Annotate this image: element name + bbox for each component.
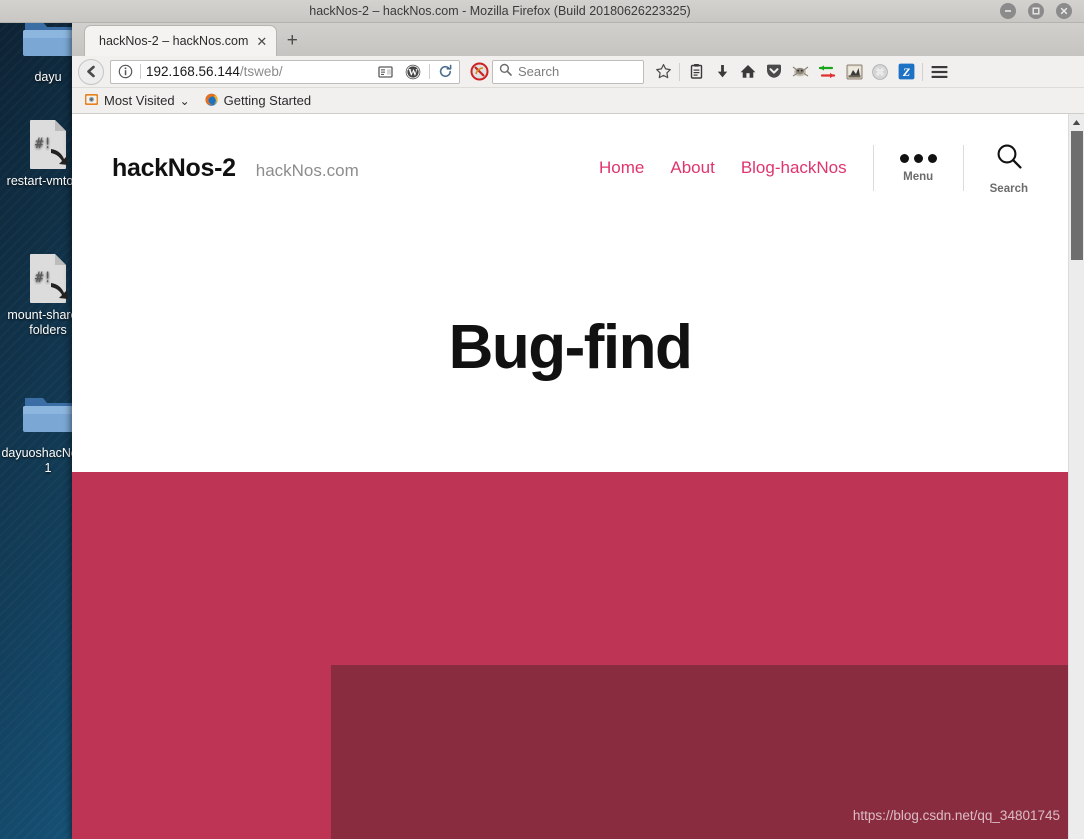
hero-banner: https://blog.csdn.net/qq_34801745	[72, 472, 1068, 839]
new-tab-button[interactable]: +	[277, 25, 307, 56]
address-bar[interactable]: 192.168.56.144/tsweb/ W	[110, 59, 460, 85]
scrollbar-up-arrow[interactable]	[1069, 114, 1084, 130]
most-visited-icon	[84, 92, 99, 110]
menu-icon[interactable]	[926, 59, 952, 85]
svg-text:#!: #!	[35, 270, 52, 286]
svg-text:#!: #!	[35, 136, 52, 152]
bookmark-label: Most Visited	[104, 93, 175, 108]
zotero-icon[interactable]: Z	[893, 59, 919, 85]
wordpress-icon[interactable]: W	[402, 59, 424, 85]
site-search-button[interactable]: Search	[990, 142, 1028, 195]
site-navigation: Home About Blog-hackNos Menu Search	[599, 142, 1028, 195]
browser-content-area: hackNos-2 hackNos.com Home About Blog-ha…	[72, 114, 1084, 839]
url-text: 192.168.56.144/tsweb/	[146, 64, 370, 79]
menu-label: Menu	[903, 170, 934, 183]
hackbar-icon[interactable]	[841, 59, 867, 85]
nav-link-blog-hacknos[interactable]: Blog-hackNos	[741, 158, 847, 178]
url-host: 192.168.56.144	[146, 64, 240, 79]
webpage: hackNos-2 hackNos.com Home About Blog-ha…	[72, 114, 1068, 839]
tab-strip: hackNos-2 – hackNos.com ✕ +	[72, 23, 1084, 56]
firefox-icon	[204, 92, 219, 110]
bookmark-most-visited[interactable]: Most Visited ⌄	[84, 92, 190, 110]
library-icon[interactable]	[683, 59, 709, 85]
chevron-down-icon[interactable]: ⌄	[180, 94, 190, 108]
maximize-button[interactable]	[1028, 3, 1044, 19]
search-input[interactable]: Search	[518, 64, 559, 79]
search-icon	[499, 63, 512, 81]
toolbar-divider	[679, 62, 680, 81]
greasemonkey-icon[interactable]	[787, 59, 813, 85]
search-label: Search	[989, 182, 1028, 195]
site-branding[interactable]: hackNos-2 hackNos.com	[112, 154, 359, 183]
site-title[interactable]: hackNos-2	[112, 154, 236, 183]
menu-toggle-button[interactable]: Menu	[899, 153, 937, 183]
bookmark-label: Getting Started	[223, 93, 312, 108]
ellipsis-icon	[899, 153, 937, 163]
browser-tab-hacknos[interactable]: hackNos-2 – hackNos.com ✕	[84, 25, 278, 56]
nav-link-about[interactable]: About	[670, 158, 714, 178]
url-path: /tsweb/	[239, 64, 283, 79]
close-button[interactable]	[1056, 3, 1072, 19]
reader-mode-icon[interactable]	[375, 59, 397, 85]
tab-title: hackNos-2 – hackNos.com	[99, 34, 249, 48]
site-info-icon[interactable]	[115, 62, 135, 82]
toolbar-divider-2	[922, 62, 923, 81]
back-button[interactable]	[78, 58, 104, 85]
scrollbar-thumb[interactable]	[1071, 131, 1083, 260]
downloads-icon[interactable]	[709, 59, 735, 85]
url-divider	[140, 64, 141, 79]
nav-divider	[872, 145, 874, 191]
svg-text:⌘: ⌘	[875, 67, 885, 78]
window-titlebar: hackNos-2 – hackNos.com - Mozilla Firefo…	[0, 0, 1084, 23]
page-title: Bug-find	[448, 312, 693, 382]
site-tagline: hackNos.com	[255, 160, 359, 180]
home-icon[interactable]	[735, 59, 761, 85]
minimize-button[interactable]	[1000, 3, 1016, 19]
firefox-window: hackNos-2 – hackNos.com ✕ + 192.168.56.1…	[72, 0, 1084, 839]
url-divider-2	[429, 64, 430, 79]
reload-icon[interactable]	[435, 59, 455, 85]
search-bar[interactable]: Search	[492, 59, 644, 84]
svg-text:W: W	[408, 68, 418, 78]
tab-close-icon[interactable]: ✕	[256, 35, 267, 48]
pocket-icon[interactable]	[761, 59, 787, 85]
hero-banner-inner-panel	[331, 665, 1068, 839]
nav-link-home[interactable]: Home	[599, 158, 644, 178]
bookmarks-toolbar: Most Visited ⌄ Getting Started	[72, 88, 1084, 114]
site-header: hackNos-2 hackNos.com Home About Blog-ha…	[72, 114, 1068, 222]
nav-divider-2	[962, 145, 964, 191]
page-scrollbar[interactable]	[1068, 114, 1084, 839]
bookmark-star-icon[interactable]	[650, 59, 676, 85]
tamper-data-icon[interactable]	[813, 59, 841, 85]
bookmark-getting-started[interactable]: Getting Started	[204, 92, 311, 110]
noscript-icon[interactable]	[466, 59, 492, 85]
svg-text:Z: Z	[901, 65, 910, 79]
window-title: hackNos-2 – hackNos.com - Mozilla Firefo…	[309, 4, 691, 18]
hero-title-container: Bug-find	[72, 222, 1068, 472]
cookie-manager-icon[interactable]: ⌘	[867, 59, 893, 85]
search-icon	[995, 142, 1023, 175]
navigation-toolbar: 192.168.56.144/tsweb/ W Search ⌘ Z	[72, 56, 1084, 88]
